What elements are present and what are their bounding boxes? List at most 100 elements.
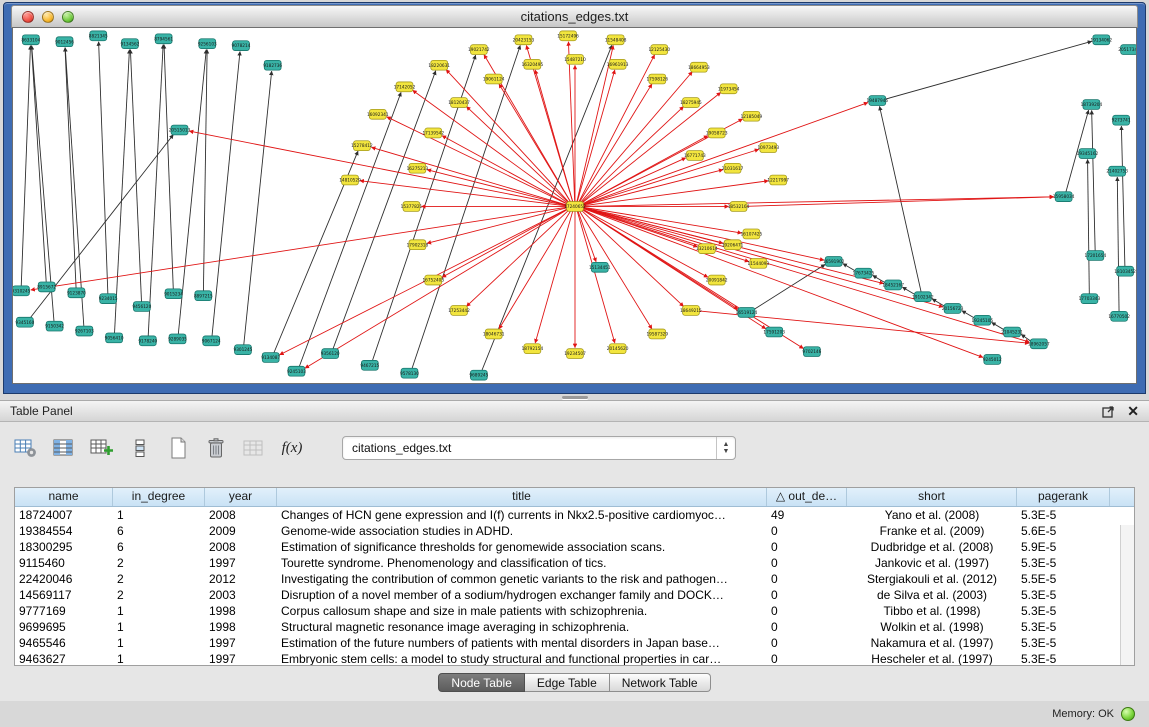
graph-node[interactable]: 17253442 [448,306,470,316]
graph-node[interactable]: 17902318 [407,240,429,250]
citation-edge[interactable] [535,211,573,343]
edge[interactable] [299,92,401,366]
edit-table-icon[interactable] [88,436,116,460]
column-header-title[interactable]: title [277,488,767,506]
graph-node[interactable]: 17591203 [763,327,785,337]
citation-edge[interactable] [577,211,615,343]
citation-edge[interactable] [442,136,568,205]
graph-node[interactable]: 9301245 [234,345,253,355]
zoom-window-button[interactable] [62,11,74,23]
graph-node[interactable]: 19058723 [706,128,728,138]
function-builder-icon[interactable]: f(x) [278,436,306,460]
graph-node[interactable]: 9234015 [99,294,118,304]
table-row[interactable]: 946554611997Estimation of the future num… [15,635,1134,651]
citation-edge[interactable] [578,211,596,262]
graph-node[interactable]: 18452167 [882,280,904,290]
graph-node[interactable]: 16092341 [367,109,389,119]
graph-node[interactable]: 20515013 [169,125,191,135]
graph-node[interactable]: 8821345 [89,31,108,41]
new-table-icon[interactable] [164,436,192,460]
import-table-icon[interactable] [240,436,268,460]
select-rows-icon[interactable] [126,436,154,460]
graph-node[interactable]: 18275945 [680,98,702,108]
graph-node[interactable]: 18739204 [1081,100,1103,110]
edge[interactable] [65,48,76,288]
vertical-scrollbar[interactable] [1120,525,1134,665]
graph-node[interactable]: 8897215 [194,291,213,301]
citation-edge[interactable] [577,70,615,202]
table-row[interactable]: 969969511998Structural magnetic resonanc… [15,619,1134,635]
graph-node[interactable]: 21045231 [1001,327,1023,337]
edge[interactable] [482,45,612,370]
graph-node[interactable]: 21031617 [722,163,744,173]
graph-node[interactable]: 9289035 [168,334,187,344]
table-row[interactable]: 977716911998Corpus callosum shape and si… [15,603,1134,619]
graph-node[interactable]: 9310245 [13,286,31,296]
graph-node[interactable]: 11973454 [718,84,740,94]
graph-node[interactable]: 11544093 [748,258,770,268]
graph-node[interactable]: 19487946 [867,96,889,106]
edge[interactable] [148,45,163,336]
graph-node[interactable]: 17598126 [646,74,668,84]
graph-node[interactable]: 16275213 [407,163,429,173]
network-file-select[interactable]: citations_edges.txt ▲▼ [342,436,736,460]
tab-network-table[interactable]: Network Table [610,673,711,692]
graph-node[interactable]: 18962057 [1028,339,1050,349]
citation-edge[interactable] [31,207,567,290]
edge[interactable] [1121,126,1125,266]
edge[interactable] [1088,159,1090,293]
graph-node[interactable]: 19021742 [468,45,490,55]
edge[interactable] [1117,177,1119,311]
table-row[interactable]: 911546021997Tourette syndrome. Phenomeno… [15,555,1134,571]
graph-node[interactable]: 9345160 [15,317,34,327]
citation-edge[interactable] [189,131,567,205]
graph-node[interactable]: 9056410 [105,333,124,343]
graph-node[interactable]: 18532164 [728,202,750,212]
edge[interactable] [164,45,173,289]
tab-node-table[interactable]: Node Table [438,673,525,692]
window-titlebar[interactable]: citations_edges.txt [11,5,1138,28]
table-row[interactable]: 946362711997Embryonic stem cells: a mode… [15,651,1134,665]
graph-node[interactable]: 18664953 [688,62,710,72]
graph-node[interactable]: 14810529 [339,175,361,185]
graph-node[interactable]: 19345162 [1077,149,1099,159]
graph-node[interactable]: 12185049 [741,111,763,121]
graph-node[interactable]: 9150342 [45,321,64,331]
graph-node[interactable]: 21402753 [1106,166,1128,176]
graph-node[interactable]: 16320495 [522,59,544,69]
citation-edge[interactable] [583,208,943,307]
graph-node[interactable]: 9273741 [1112,115,1131,125]
graph-node[interactable]: 19234507 [564,349,586,359]
citation-edge[interactable] [580,72,692,203]
graph-node[interactable]: 19206471 [722,240,744,250]
graph-node[interactable]: 9578130 [400,368,419,378]
network-canvas[interactable]: 1724065215377821162752131713954218120437… [12,27,1137,384]
graph-node[interactable]: 17703343 [1079,294,1101,304]
edge[interactable] [99,42,108,294]
graph-node[interactable]: 9689245 [469,370,488,380]
citation-edge[interactable] [568,42,574,202]
graph-node[interactable]: 9078214 [232,41,251,51]
graph-node[interactable]: 20145620 [607,344,629,354]
graph-node[interactable]: 13210614 [696,244,718,254]
edge[interactable] [31,46,46,282]
graph-node[interactable]: 8915672 [37,282,56,292]
citation-edge[interactable] [499,211,571,329]
graph-node[interactable]: 17142052 [394,82,416,92]
citation-edge[interactable] [581,106,684,203]
graph-node[interactable]: 8633104 [21,35,40,45]
graph-node[interactable]: 19587329 [646,329,668,339]
column-header-name[interactable]: name [15,488,113,506]
graph-node[interactable]: 17139542 [422,128,444,138]
citation-edge[interactable] [446,70,569,203]
tab-edge-table[interactable]: Edge Table [525,673,610,692]
graph-node[interactable]: 18103452 [1114,266,1136,276]
citation-edge[interactable] [582,103,867,205]
column-header-year[interactable]: year [205,488,277,506]
column-settings-icon[interactable] [12,436,40,460]
graph-node[interactable]: 18649215 [680,306,702,316]
graph-node[interactable]: 20156723 [942,304,964,314]
graph-node[interactable]: 20423153 [513,35,535,45]
graph-node[interactable]: 9134087 [261,353,280,363]
hub-node[interactable]: 17240652 [564,202,586,212]
